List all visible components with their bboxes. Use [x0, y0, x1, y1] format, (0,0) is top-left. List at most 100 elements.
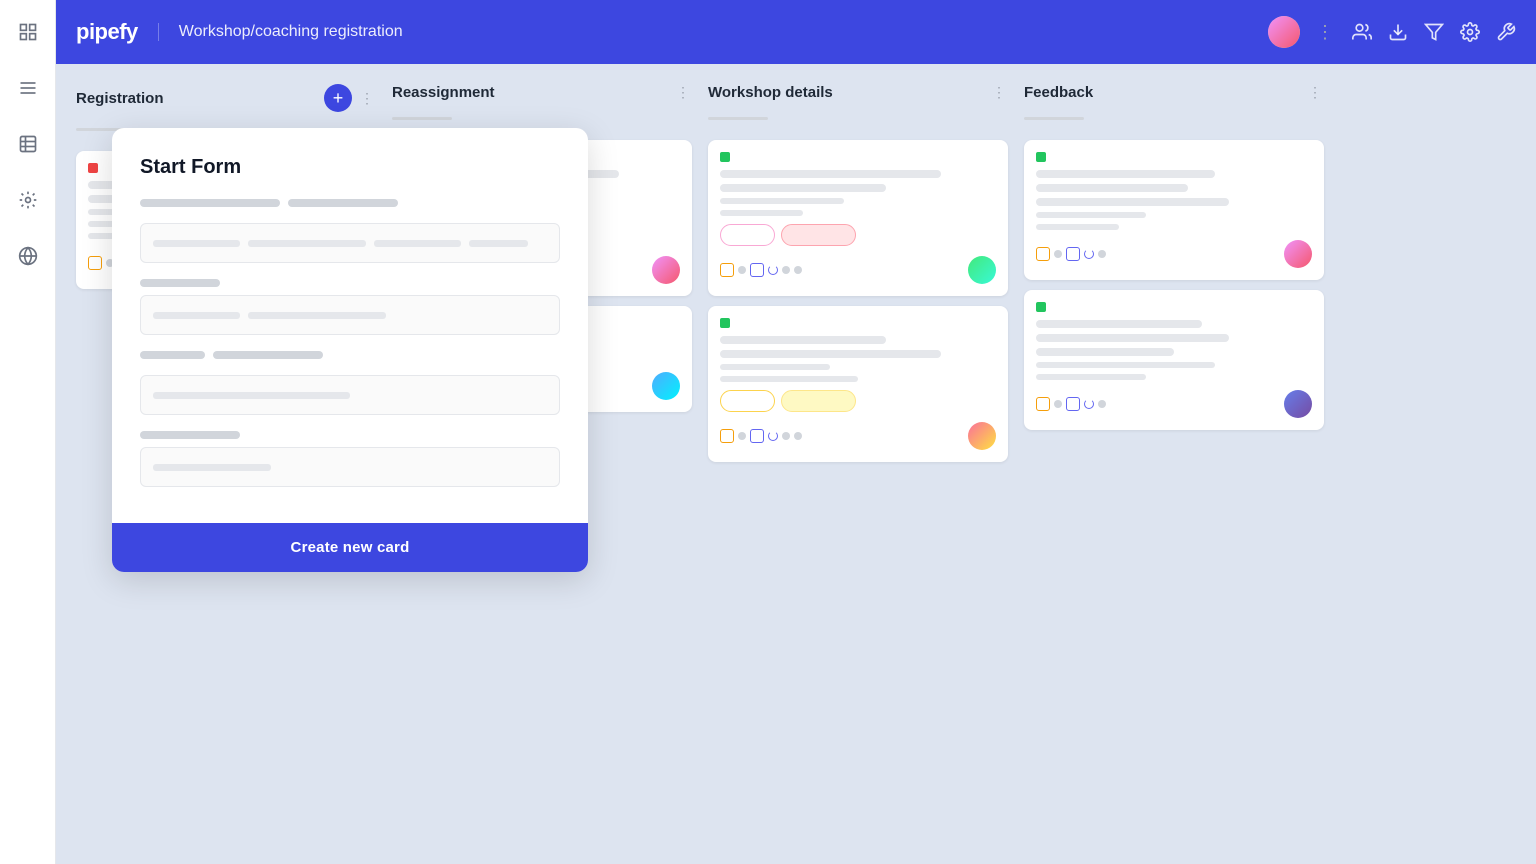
card-icon-checklist: [88, 256, 102, 270]
form-input-4[interactable]: [140, 447, 560, 487]
members-icon[interactable]: [1352, 22, 1372, 42]
form-field-1: [140, 199, 560, 263]
filter-icon[interactable]: [1424, 22, 1444, 42]
form-field-4: [140, 431, 560, 487]
card-line: [720, 336, 886, 344]
sidebar-item-list[interactable]: [12, 72, 44, 104]
user-avatar[interactable]: [1268, 16, 1300, 48]
card-line: [1036, 170, 1215, 178]
card-icon-dot3: [794, 432, 802, 440]
logo: pipefy: [76, 19, 138, 45]
field-label-skeleton: [140, 279, 220, 287]
field-label-row-3: [140, 351, 560, 367]
column-header-reassignment: Reassignment ⋮: [392, 84, 692, 101]
column-menu-reassignment[interactable]: ⋮: [676, 84, 692, 101]
field-label-skeleton: [140, 199, 280, 207]
card-line: [1036, 212, 1146, 218]
field-label-row-4: [140, 431, 560, 439]
card-tags: [720, 318, 996, 328]
form-input-2[interactable]: [140, 295, 560, 335]
input-placeholder: [153, 392, 350, 399]
card-line: [720, 210, 803, 216]
card-avatar: [652, 372, 680, 400]
wrench-icon[interactable]: [1496, 22, 1516, 42]
card-line: [1036, 224, 1119, 230]
table-row[interactable]: [1024, 140, 1324, 280]
card-line: [1036, 184, 1188, 192]
card-badges: [720, 390, 996, 412]
field-label-row-2: [140, 279, 560, 287]
form-title: Start Form: [140, 156, 560, 179]
avatar-image: [1268, 16, 1300, 48]
column-menu-workshop[interactable]: ⋮: [992, 84, 1008, 101]
column-feedback: Feedback ⋮: [1024, 84, 1324, 844]
column-workshop-details: Workshop details ⋮: [708, 84, 1008, 844]
card-icon-sync: [1084, 249, 1094, 259]
add-card-button-registration[interactable]: +: [324, 84, 352, 112]
sidebar-item-global[interactable]: [12, 240, 44, 272]
sidebar-item-grid[interactable]: [12, 16, 44, 48]
create-new-card-button[interactable]: Create new card: [291, 539, 410, 556]
card-icon-dot2: [782, 266, 790, 274]
field-label-skeleton: [213, 351, 323, 359]
tag-green: [1036, 152, 1046, 162]
card-icon-dot: [738, 266, 746, 274]
card-icon-dot: [738, 432, 746, 440]
card-line: [720, 376, 858, 382]
card-icon-dot: [1054, 250, 1062, 258]
card-bottom: [1036, 390, 1312, 418]
card-tags: [1036, 152, 1312, 162]
column-menu-feedback[interactable]: ⋮: [1308, 84, 1324, 101]
cards-feedback: [1024, 140, 1324, 430]
column-menu-registration[interactable]: ⋮: [360, 90, 376, 107]
card-line: [1036, 320, 1202, 328]
form-field-2: [140, 279, 560, 335]
settings-icon[interactable]: [1460, 22, 1480, 42]
import-icon[interactable]: [1388, 22, 1408, 42]
input-placeholder: [248, 312, 386, 319]
form-footer: Create new card: [112, 523, 588, 572]
card-line: [1036, 348, 1174, 356]
start-form-overlay: Start Form: [112, 128, 588, 572]
card-avatar: [968, 422, 996, 450]
column-title-registration: Registration: [76, 90, 316, 107]
form-body: Start Form: [112, 128, 588, 523]
card-line: [720, 198, 844, 204]
card-avatar: [1284, 390, 1312, 418]
field-label-row-1: [140, 199, 560, 215]
column-bar-reassignment: [392, 117, 452, 120]
card-icon-dot2: [1098, 250, 1106, 258]
main-content: pipefy Workshop/coaching registration ⋮: [56, 0, 1536, 864]
tag-green: [720, 152, 730, 162]
input-placeholder: [374, 240, 461, 247]
sidebar: [0, 0, 56, 864]
card-icons: [1036, 247, 1106, 261]
form-input-3[interactable]: [140, 375, 560, 415]
column-title-workshop: Workshop details: [708, 84, 984, 101]
card-icon-attach: [750, 263, 764, 277]
field-label-skeleton: [288, 199, 398, 207]
table-row[interactable]: [708, 306, 1008, 462]
card-badge-pink: [720, 224, 775, 246]
tag-green: [720, 318, 730, 328]
table-row[interactable]: [1024, 290, 1324, 430]
card-icon-attach: [750, 429, 764, 443]
card-line: [720, 170, 941, 178]
tag-green: [1036, 302, 1046, 312]
card-badge-pink-filled: [781, 224, 856, 246]
card-line: [1036, 334, 1229, 342]
card-line: [720, 350, 941, 358]
card-icon-checklist: [720, 429, 734, 443]
card-icon-dot: [1054, 400, 1062, 408]
card-avatar: [968, 256, 996, 284]
card-bottom: [1036, 240, 1312, 268]
table-row[interactable]: [708, 140, 1008, 296]
card-avatar: [652, 256, 680, 284]
header-menu-icon[interactable]: ⋮: [1316, 22, 1336, 43]
sidebar-item-table[interactable]: [12, 128, 44, 160]
sidebar-item-automation[interactable]: [12, 184, 44, 216]
card-icon-dot3: [794, 266, 802, 274]
form-input-1[interactable]: [140, 223, 560, 263]
card-icon-checklist: [1036, 397, 1050, 411]
input-placeholder: [248, 240, 366, 247]
